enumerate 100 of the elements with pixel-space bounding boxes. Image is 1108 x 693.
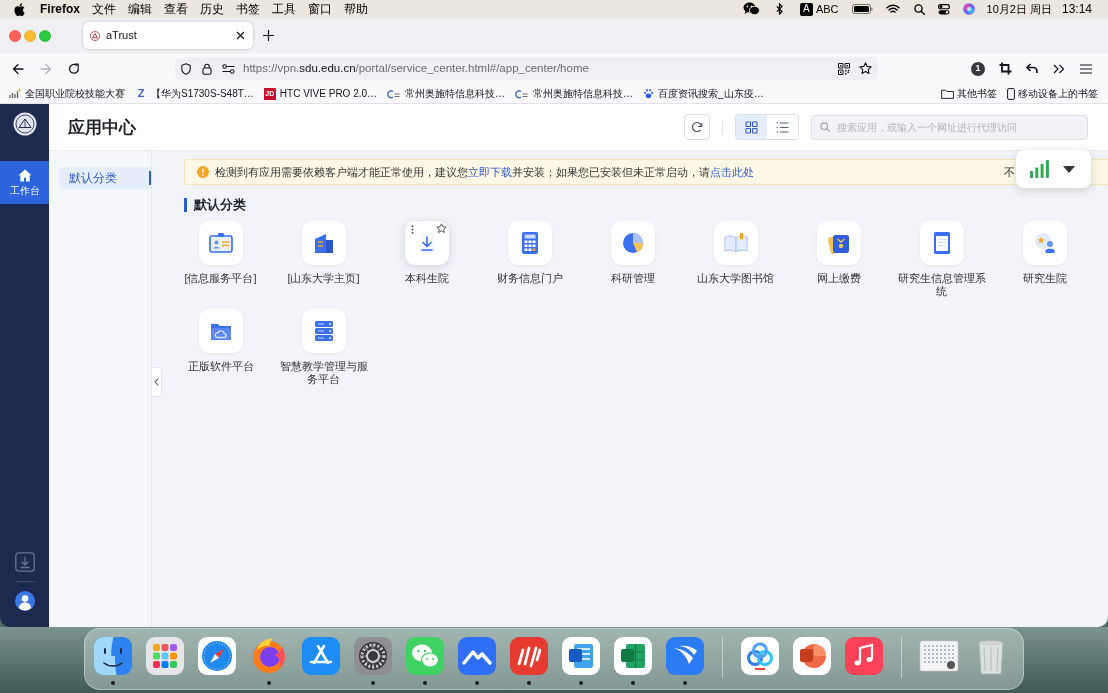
menu-icon[interactable] [1080,63,1092,74]
browser-tab[interactable]: aTrust [83,22,253,49]
signal-icon [1030,160,1049,178]
spreadsheet-icon[interactable] [613,636,653,676]
url-text[interactable]: https://vpn.sdu.edu.cn/portal/service_center.html#/app_center/home [243,59,589,78]
shield-icon[interactable] [181,62,191,75]
list-icon [776,120,789,134]
close-icon[interactable] [236,31,245,40]
music-note-icon[interactable] [844,636,884,676]
toggles-icon[interactable] [937,3,950,15]
emblem-icon[interactable] [12,112,37,136]
app-label: 山东大学图书馆 [696,272,775,285]
chevron-left-icon [154,378,159,386]
phone-icon [1007,87,1015,100]
home-icon [17,169,32,182]
search-icon [820,122,830,132]
notice-link[interactable]: 点击此处 [710,165,754,178]
pie-chart-icon[interactable] [610,221,655,265]
undo-icon[interactable] [1026,63,1038,74]
menu-item[interactable]: 工具 [266,3,302,15]
rings-icon[interactable] [740,636,780,676]
grid-view-button[interactable] [736,115,767,139]
grid-icon [745,120,758,134]
bluetooth-icon[interactable] [775,3,783,15]
compass-icon[interactable] [197,636,237,676]
menu-item[interactable]: 书签 [230,3,266,15]
reload-icon[interactable] [68,62,80,75]
input-source-badge[interactable]: A [799,2,813,16]
star-icon[interactable] [435,223,447,234]
folder-icon [941,88,954,99]
bookmark-folder[interactable]: 其他书签 [941,88,997,99]
striped-app-icon[interactable] [509,636,549,676]
refresh-icon [691,121,703,133]
crossed-strokes-icon[interactable] [301,636,341,676]
bookmark[interactable]: Z 【华为S1730S-S48T… [135,87,254,100]
more-icon[interactable] [410,225,414,234]
dismiss-link[interactable]: 不 [1004,166,1015,178]
chat-bubbles-icon[interactable] [742,2,760,16]
download-icon[interactable] [404,221,449,265]
star-icon[interactable] [859,62,872,75]
search-icon[interactable] [913,3,925,15]
server-stack-icon[interactable] [301,309,346,353]
extension-badge[interactable]: 1 [971,61,985,76]
menu-item[interactable]: 文件 [86,3,122,15]
menu-item[interactable]: 帮助 [338,3,374,15]
menu-item[interactable]: 编辑 [122,3,158,15]
battery-icon[interactable] [851,4,873,14]
bookmark[interactable]: 常州奥施特信息科技… [387,88,506,99]
cloud-folder-icon[interactable] [198,309,243,353]
emblem-icon [90,30,100,41]
address-bar[interactable]: https://vpn.sdu.edu.cn/portal/service_center.html#/app_center/home [175,57,878,80]
document-icon[interactable] [561,636,601,676]
bookmark-folder[interactable]: 移动设备上的书签 [1007,87,1098,100]
calculator-icon[interactable] [507,221,552,265]
network-status-button[interactable] [1016,150,1091,188]
app-label: [山东大学主页] [286,272,361,285]
input-source-label[interactable]: ABC [815,3,839,15]
bookmark[interactable]: 全国职业院校技能大赛 [9,88,125,99]
bookmark[interactable]: 常州奥施特信息科技… [515,88,634,99]
category-item[interactable]: 默认分类 [59,167,151,189]
section-heading: 默认分类 [184,198,246,212]
id-card-icon[interactable] [198,221,243,265]
page-title: 应用中心 [68,118,136,136]
menu-item[interactable]: 历史 [194,3,230,15]
wifi-icon[interactable] [885,4,900,14]
presentation-icon[interactable] [792,636,832,676]
close-window-icon[interactable] [9,29,21,42]
app-label: 研究生院 [1021,272,1068,285]
app-menu[interactable]: Firefox [34,3,86,15]
menu-item[interactable]: 查看 [158,3,194,15]
warning-icon [197,166,209,178]
bar-chart-icon [9,88,21,99]
swoosh-icon[interactable] [665,636,705,676]
document-window-icon[interactable] [919,221,964,265]
chevrons-right-icon[interactable] [1053,63,1065,74]
crop-icon[interactable] [999,62,1012,75]
back-icon[interactable] [12,62,24,75]
orb-icon[interactable] [962,3,975,15]
qr-code-icon[interactable] [838,62,850,75]
sidebar-item[interactable]: 工作台 [0,161,49,204]
app-label: 科研管理 [609,272,656,285]
gear-icon[interactable] [353,636,393,676]
menu-item[interactable]: 窗口 [302,3,338,15]
app-label: 智慧教学管理与服务平台 [278,360,369,386]
mountains-icon[interactable] [457,636,497,676]
notice-link[interactable]: 立即下载 [468,165,512,178]
app-label: 研究生信息管理系统 [896,272,987,298]
refresh-button[interactable] [684,114,710,140]
sliders-icon[interactable] [222,63,235,74]
building-icon[interactable] [301,221,346,265]
star-stamp-icon[interactable] [1022,221,1067,265]
lock-icon[interactable] [202,62,212,75]
bookmark[interactable]: 百度资讯搜索_山东疫… [643,88,764,99]
wallet-icon[interactable] [816,221,861,265]
avatar-icon[interactable] [14,591,35,611]
app-grid-icon[interactable] [145,636,185,676]
apple-icon[interactable] [14,2,25,16]
smiling-face-icon[interactable] [93,636,133,676]
plus-icon[interactable] [263,30,274,41]
download-icon[interactable] [14,552,35,572]
